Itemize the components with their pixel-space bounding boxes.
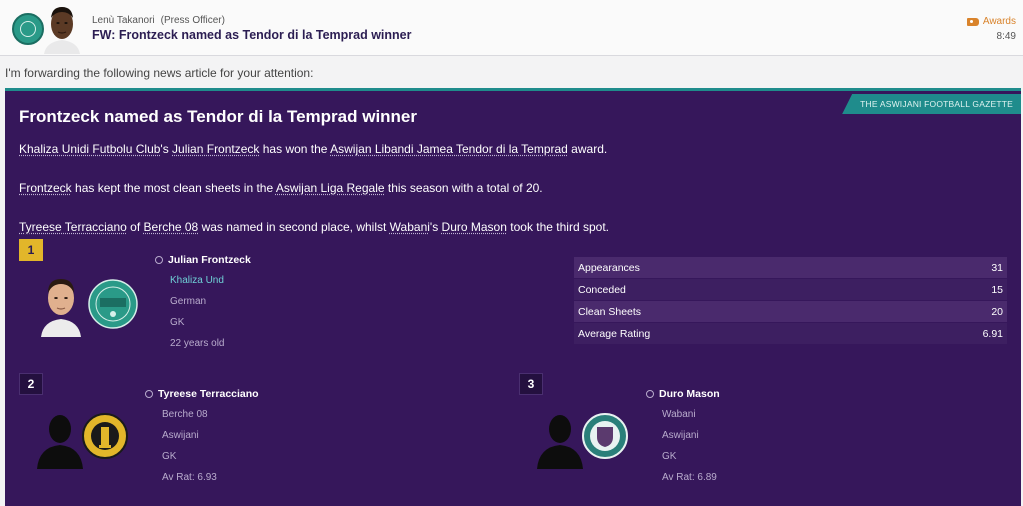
wabani-club-badge-icon[interactable] bbox=[582, 413, 628, 459]
player-silhouette[interactable] bbox=[35, 409, 85, 469]
tag-icon bbox=[966, 17, 979, 26]
intro-text: I'm forwarding the following news articl… bbox=[5, 66, 314, 80]
tag-label: Awards bbox=[982, 16, 1016, 27]
person-icon bbox=[646, 390, 654, 398]
club-link[interactable]: Khaliza Unidi Futbolu Club bbox=[19, 142, 160, 156]
club-link[interactable]: Wabani bbox=[390, 220, 430, 234]
rank-badge-2: 2 bbox=[19, 373, 43, 395]
club-link[interactable]: Berche 08 bbox=[144, 220, 199, 234]
player-position: GK bbox=[170, 317, 185, 328]
stat-row: Appearances 31 bbox=[574, 257, 1007, 278]
sender-role: (Press Officer) bbox=[160, 15, 225, 26]
player-name[interactable]: Julian Frontzeck bbox=[155, 254, 251, 266]
stat-row: Clean Sheets 20 bbox=[574, 301, 1007, 322]
sender-avatar[interactable] bbox=[42, 2, 82, 54]
stat-row: Average Rating 6.91 bbox=[574, 323, 1007, 344]
rank-badge-1: 1 bbox=[19, 239, 43, 261]
message-subject: FW: Frontzeck named as Tendor di la Temp… bbox=[92, 28, 412, 42]
club-badge-icon bbox=[12, 13, 44, 45]
player-photo[interactable] bbox=[39, 271, 83, 337]
player-rating: Av Rat: 6.93 bbox=[162, 472, 217, 483]
player-position: GK bbox=[162, 451, 177, 462]
player-name[interactable]: Tyreese Terracciano bbox=[145, 388, 259, 400]
rank-badge-3: 3 bbox=[519, 373, 543, 395]
newspaper-source: THE ASWIJANI FOOTBALL GAZETTE bbox=[842, 94, 1021, 114]
article-paragraph: Khaliza Unidi Futbolu Club's Julian Fron… bbox=[19, 142, 608, 156]
stat-row: Conceded 15 bbox=[574, 279, 1007, 300]
player-nationality: Aswijani bbox=[162, 430, 199, 441]
player-link[interactable]: Duro Mason bbox=[442, 220, 507, 234]
berche-club-badge-icon[interactable] bbox=[82, 413, 128, 459]
article-headline: Frontzeck named as Tendor di la Temprad … bbox=[19, 107, 418, 126]
message-header: Lenù Takanori (Press Officer) FW: Frontze… bbox=[0, 0, 1023, 56]
award-link[interactable]: Aswijan Libandi Jamea Tendor di la Tempr… bbox=[330, 142, 568, 156]
person-icon bbox=[145, 390, 153, 398]
player-link[interactable]: Tyreese Terracciano bbox=[19, 220, 127, 234]
sender-line: Lenù Takanori (Press Officer) bbox=[92, 15, 225, 26]
player-link[interactable]: Julian Frontzeck bbox=[172, 142, 259, 156]
player-position: GK bbox=[662, 451, 677, 462]
player-nationality: Aswijani bbox=[662, 430, 699, 441]
person-icon bbox=[155, 256, 163, 264]
league-link[interactable]: Aswijan Liga Regale bbox=[276, 181, 385, 195]
player-silhouette[interactable] bbox=[535, 409, 585, 469]
article-paragraph: Tyreese Terracciano of Berche 08 was nam… bbox=[19, 220, 609, 234]
player-name[interactable]: Duro Mason bbox=[646, 388, 720, 400]
news-article: THE ASWIJANI FOOTBALL GAZETTE Frontzeck … bbox=[5, 88, 1021, 506]
player-club[interactable]: Khaliza Und bbox=[170, 275, 224, 286]
khaliza-club-badge-icon[interactable] bbox=[88, 279, 138, 329]
player-link[interactable]: Frontzeck bbox=[19, 181, 72, 195]
awards-tag[interactable]: Awards bbox=[966, 16, 1016, 27]
message-time: 8:49 bbox=[996, 31, 1016, 42]
player-club[interactable]: Berche 08 bbox=[162, 409, 208, 420]
player-rating: Av Rat: 6.89 bbox=[662, 472, 717, 483]
article-paragraph: Frontzeck has kept the most clean sheets… bbox=[19, 181, 543, 195]
sender-name[interactable]: Lenù Takanori bbox=[92, 15, 155, 26]
player-nationality: German bbox=[170, 296, 207, 307]
player-club[interactable]: Wabani bbox=[662, 409, 696, 420]
player-age: 22 years old bbox=[170, 338, 225, 349]
stats-table: Appearances 31 Conceded 15 Clean Sheets 20 … bbox=[574, 257, 1007, 345]
